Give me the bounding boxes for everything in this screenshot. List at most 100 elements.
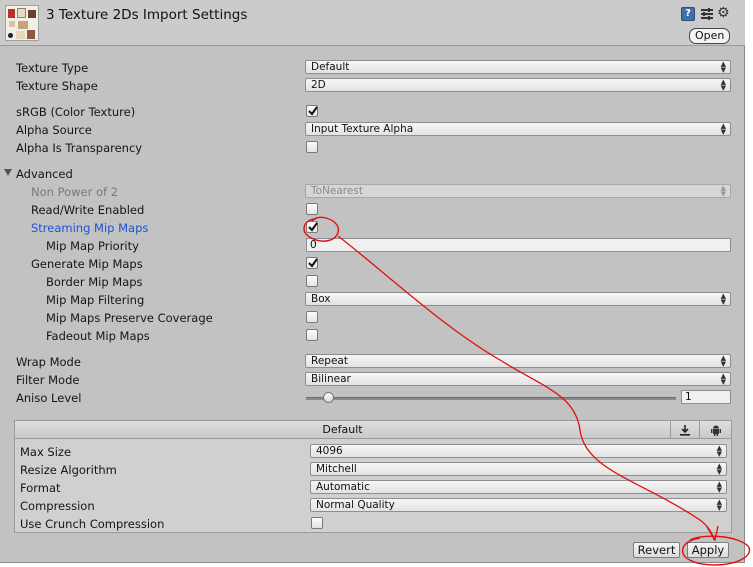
wrap-mode-row: Wrap Mode Repeat ▲ ▼: [0, 353, 745, 371]
dropdown-arrows-icon: ▲ ▼: [716, 498, 722, 512]
alpha-source-row: Alpha Source Input Texture Alpha ▲ ▼: [0, 121, 745, 139]
texture-shape-dropdown[interactable]: 2D ▲ ▼: [305, 78, 731, 92]
dropdown-arrows-icon: ▲ ▼: [720, 372, 726, 386]
texture-thumbnail: [5, 5, 39, 41]
texture-shape-label: Texture Shape: [16, 79, 98, 93]
use-crunch-compression-checkbox[interactable]: [311, 517, 323, 529]
non-power-of-2-value: ToNearest: [311, 185, 363, 197]
mip-maps-preserve-coverage-label: Mip Maps Preserve Coverage: [46, 311, 213, 325]
streaming-mip-maps-label: Streaming Mip Maps: [31, 221, 149, 235]
inspector-title: 3 Texture 2Ds Import Settings: [46, 7, 248, 23]
compression-label: Compression: [20, 499, 95, 513]
non-power-of-2-dropdown: ToNearest ▲ ▼: [305, 184, 731, 198]
border-mip-maps-label: Border Mip Maps: [46, 275, 143, 289]
dropdown-arrows-icon: ▲ ▼: [716, 480, 722, 494]
tab-default[interactable]: Default: [15, 421, 670, 438]
use-crunch-compression-label: Use Crunch Compression: [20, 517, 165, 531]
compression-dropdown[interactable]: Normal Quality ▲ ▼: [310, 498, 727, 512]
dropdown-arrows-icon: ▲ ▼: [720, 60, 726, 74]
revert-button[interactable]: Revert: [633, 542, 680, 558]
format-dropdown[interactable]: Automatic ▲ ▼: [310, 480, 727, 494]
read-write-enabled-checkbox[interactable]: [306, 203, 318, 215]
format-label: Format: [20, 481, 61, 495]
wrap-mode-value: Repeat: [311, 355, 348, 367]
wrap-mode-dropdown[interactable]: Repeat ▲ ▼: [305, 354, 731, 368]
alpha-source-dropdown[interactable]: Input Texture Alpha ▲ ▼: [305, 122, 731, 136]
texture-type-label: Texture Type: [16, 61, 89, 75]
aniso-level-slider-track[interactable]: [306, 397, 676, 400]
aniso-level-input[interactable]: 1: [681, 390, 731, 404]
non-power-of-2-label: Non Power of 2: [31, 185, 119, 199]
texture-type-value: Default: [311, 61, 350, 73]
inspector-header: 3 Texture 2Ds Import Settings ? ⚙ Open: [0, 0, 745, 46]
alpha-is-transparency-row: Alpha Is Transparency: [0, 139, 745, 157]
alpha-is-transparency-checkbox[interactable]: [306, 141, 318, 153]
generate-mip-maps-label: Generate Mip Maps: [31, 257, 143, 271]
checkmark-icon: [308, 222, 318, 232]
wrap-mode-label: Wrap Mode: [16, 355, 81, 369]
format-row: Format Automatic ▲ ▼: [15, 479, 731, 497]
apply-button[interactable]: Apply: [687, 542, 729, 558]
advanced-foldout[interactable]: Advanced: [0, 165, 745, 183]
platform-settings: Default Max Size 4096 ▲ ▼ Resize Algorith…: [14, 420, 732, 533]
texture-shape-value: 2D: [311, 79, 326, 91]
max-size-dropdown[interactable]: 4096 ▲ ▼: [310, 444, 727, 458]
mip-map-filtering-value: Box: [311, 293, 331, 305]
format-value: Automatic: [316, 481, 370, 493]
mip-map-filtering-label: Mip Map Filtering: [46, 293, 145, 307]
aniso-level-label: Aniso Level: [16, 391, 82, 405]
mip-map-priority-label: Mip Map Priority: [46, 239, 139, 253]
advanced-label: Advanced: [16, 167, 73, 181]
generate-mip-maps-checkbox[interactable]: [306, 257, 318, 269]
dropdown-arrows-icon: ▲ ▼: [720, 292, 726, 306]
download-icon[interactable]: [670, 421, 699, 438]
mip-map-filtering-row: Mip Map Filtering Box ▲ ▼: [0, 291, 745, 309]
border-mip-maps-row: Border Mip Maps: [0, 273, 745, 291]
alpha-source-label: Alpha Source: [16, 123, 92, 137]
srgb-label: sRGB (Color Texture): [16, 105, 136, 119]
dropdown-arrows-icon: ▲ ▼: [716, 462, 722, 476]
mip-map-priority-row: Mip Map Priority 0: [0, 237, 745, 255]
mip-map-priority-input[interactable]: 0: [306, 238, 731, 252]
aniso-level-slider-thumb[interactable]: [323, 392, 335, 403]
checkmark-icon: [308, 106, 318, 116]
texture-shape-row: Texture Shape 2D ▲ ▼: [0, 77, 745, 95]
gear-icon[interactable]: ⚙: [717, 6, 731, 20]
fadeout-mip-maps-checkbox[interactable]: [306, 329, 318, 341]
srgb-checkbox[interactable]: [306, 105, 318, 117]
alpha-is-transparency-label: Alpha Is Transparency: [16, 141, 143, 155]
mip-map-filtering-dropdown[interactable]: Box ▲ ▼: [305, 292, 731, 306]
fadeout-mip-maps-row: Fadeout Mip Maps: [0, 327, 745, 345]
streaming-mip-maps-checkbox[interactable]: [306, 221, 318, 233]
aniso-level-row: Aniso Level 1: [0, 389, 745, 407]
non-power-of-2-row: Non Power of 2 ToNearest ▲ ▼: [0, 183, 745, 201]
filter-mode-dropdown[interactable]: Bilinear ▲ ▼: [305, 372, 731, 386]
texture-type-dropdown[interactable]: Default ▲ ▼: [305, 60, 731, 74]
fadeout-mip-maps-label: Fadeout Mip Maps: [46, 329, 150, 343]
use-crunch-compression-row: Use Crunch Compression: [15, 515, 731, 533]
srgb-row: sRGB (Color Texture): [0, 103, 745, 121]
max-size-row: Max Size 4096 ▲ ▼: [15, 443, 731, 461]
help-icon[interactable]: ?: [681, 7, 695, 21]
mip-maps-preserve-coverage-row: Mip Maps Preserve Coverage: [0, 309, 745, 327]
texture-type-row: Texture Type Default ▲ ▼: [0, 59, 745, 77]
mip-maps-preserve-coverage-checkbox[interactable]: [306, 311, 318, 323]
resize-algorithm-dropdown[interactable]: Mitchell ▲ ▼: [310, 462, 727, 476]
max-size-label: Max Size: [20, 445, 72, 459]
filter-mode-label: Filter Mode: [16, 373, 80, 387]
resize-algorithm-label: Resize Algorithm: [20, 463, 117, 477]
compression-value: Normal Quality: [316, 499, 395, 511]
android-icon[interactable]: [699, 421, 731, 438]
foldout-arrow-icon: [4, 169, 12, 176]
compression-row: Compression Normal Quality ▲ ▼: [15, 497, 731, 515]
alpha-source-value: Input Texture Alpha: [311, 123, 414, 135]
preset-icon[interactable]: [700, 7, 714, 21]
filter-mode-value: Bilinear: [311, 373, 351, 385]
border-mip-maps-checkbox[interactable]: [306, 275, 318, 287]
resize-algorithm-row: Resize Algorithm Mitchell ▲ ▼: [15, 461, 731, 479]
open-button[interactable]: Open: [689, 28, 731, 44]
dropdown-arrows-icon: ▲ ▼: [720, 184, 726, 198]
resize-algorithm-value: Mitchell: [316, 463, 357, 475]
max-size-value: 4096: [316, 445, 343, 457]
read-write-enabled-label: Read/Write Enabled: [31, 203, 145, 217]
